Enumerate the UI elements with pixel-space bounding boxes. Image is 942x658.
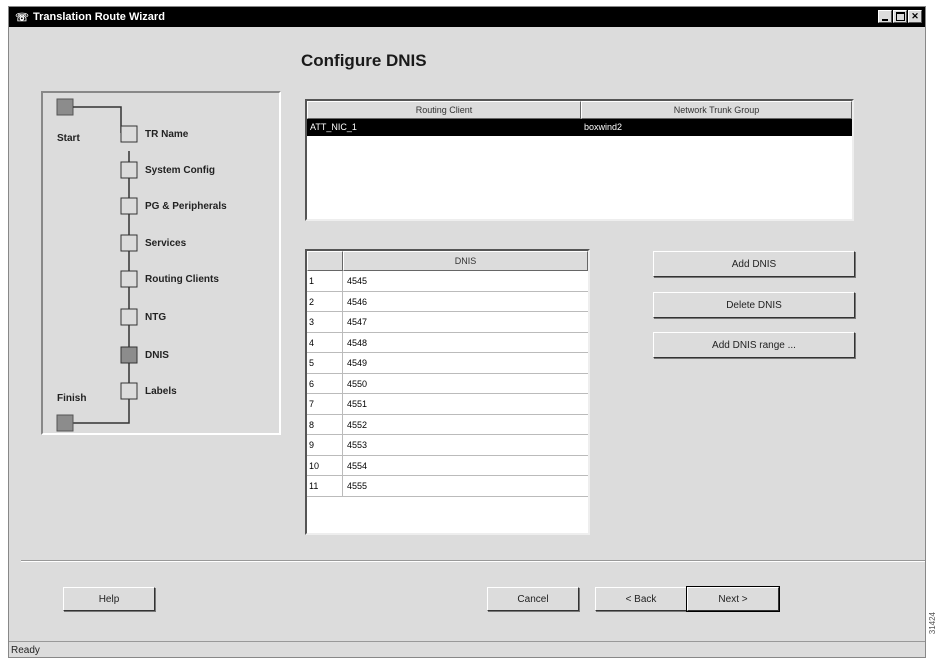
dnis-row-index: 1 xyxy=(307,271,343,291)
dnis-row-value: 4554 xyxy=(347,460,368,471)
table-row[interactable]: 7 4551 xyxy=(307,394,588,415)
column-header-dnis[interactable]: DNIS xyxy=(343,251,588,271)
step-box-services xyxy=(120,234,138,252)
step-label-labels: Labels xyxy=(145,386,177,397)
finish-marker-icon xyxy=(56,414,74,432)
step-box-dnis xyxy=(120,346,138,364)
maximize-icon xyxy=(894,11,906,22)
dnis-row-index: 7 xyxy=(307,394,343,414)
dnis-row-index: 2 xyxy=(307,291,343,311)
table-row[interactable]: 1 4545 xyxy=(307,271,588,292)
column-header-network-trunk-group[interactable]: Network Trunk Group xyxy=(581,101,852,119)
close-button[interactable]: ✕ xyxy=(908,10,922,23)
next-button[interactable]: Next > xyxy=(686,586,780,612)
add-dnis-range-button[interactable]: Add DNIS range ... xyxy=(653,332,855,358)
step-box-labels xyxy=(120,382,138,400)
finish-label: Finish xyxy=(57,393,87,404)
step-label-system-config: System Config xyxy=(145,165,216,176)
page-title: Configure DNIS xyxy=(301,51,427,70)
step-box-system-config xyxy=(120,161,138,179)
status-bar: Ready xyxy=(9,641,925,658)
dnis-row-value: 4545 xyxy=(347,276,368,286)
dnis-rows: 1 4545 2 4546 3 4547 4 4548 5 4549 6 4550 7 4551 8 4552… xyxy=(307,271,588,497)
cancel-button[interactable]: Cancel xyxy=(487,587,579,611)
start-connector xyxy=(73,106,122,133)
dnis-row-index: 11 xyxy=(307,476,343,496)
dnis-row-index: 4 xyxy=(307,332,343,352)
step-box-ntg xyxy=(120,308,138,326)
table-row[interactable]: 9 4553 xyxy=(307,435,588,456)
step-box-tr-name xyxy=(120,125,138,143)
dnis-row-value: 4548 xyxy=(347,337,368,348)
cell-routing-client: ATT_NIC_1 xyxy=(310,122,357,132)
dnis-row-value: 4555 xyxy=(347,481,368,491)
dnis-row-index: 6 xyxy=(307,373,343,393)
table-row[interactable]: 4 4548 xyxy=(307,332,588,353)
cell-network-trunk-group: boxwind2 xyxy=(584,122,623,132)
step-box-routing-clients xyxy=(120,270,138,288)
dnis-row-value: 4552 xyxy=(347,419,368,430)
step-label-pg-peripherals: PG & Peripherals xyxy=(145,201,227,212)
dnis-row-index: 5 xyxy=(307,353,343,373)
minimize-icon xyxy=(879,11,891,22)
dnis-row-value: 4553 xyxy=(347,440,368,450)
dnis-table-header: DNIS xyxy=(307,251,588,271)
figure-reference: 31424 xyxy=(928,612,937,635)
start-marker-icon xyxy=(56,98,74,116)
dnis-row-index: 10 xyxy=(307,455,343,475)
finish-connector xyxy=(73,413,130,424)
step-connector-diagram xyxy=(56,98,138,432)
status-text: Ready xyxy=(11,644,40,656)
step-label-dnis: DNIS xyxy=(145,350,169,361)
title-bar[interactable]: ☏ Translation Route Wizard ✕ xyxy=(9,7,925,27)
step-label-tr-name: TR Name xyxy=(145,129,189,140)
dnis-row-value: 4549 xyxy=(347,358,368,368)
add-dnis-button[interactable]: Add DNIS xyxy=(653,251,855,277)
start-label: Start xyxy=(57,133,80,144)
dnis-row-value: 4547 xyxy=(347,317,368,327)
separator xyxy=(21,560,925,562)
step-label-routing-clients: Routing Clients xyxy=(145,274,219,285)
phone-icon: ☏ xyxy=(15,11,29,24)
minimize-button[interactable] xyxy=(878,10,892,23)
step-box-pg-peripherals xyxy=(120,197,138,215)
dnis-row-index: 3 xyxy=(307,312,343,332)
maximize-button[interactable] xyxy=(893,10,907,23)
table-row[interactable]: ATT_NIC_1 boxwind2 xyxy=(307,119,852,136)
table-row[interactable]: 11 4555 xyxy=(307,476,588,497)
help-button[interactable]: Help xyxy=(63,587,155,611)
delete-dnis-button[interactable]: Delete DNIS xyxy=(653,292,855,318)
close-icon: ✕ xyxy=(911,11,919,21)
routing-table-header: Routing Client Network Trunk Group xyxy=(307,101,852,119)
column-header-index[interactable] xyxy=(307,251,343,271)
table-row[interactable]: 6 4550 xyxy=(307,373,588,394)
window-title: Translation Route Wizard xyxy=(33,11,165,23)
dnis-row-value: 4546 xyxy=(347,296,368,307)
table-row[interactable]: 5 4549 xyxy=(307,353,588,374)
dnis-row-index: 9 xyxy=(307,435,343,455)
dnis-row-value: 4551 xyxy=(347,399,368,409)
back-button[interactable]: < Back xyxy=(595,587,687,611)
dnis-row-value: 4550 xyxy=(347,378,368,389)
table-row[interactable]: 10 4554 xyxy=(307,455,588,476)
step-label-services: Services xyxy=(145,238,187,249)
dnis-table[interactable]: DNIS 1 4545 2 4546 3 4547 4 4548 5 4549 6 4550 7 4551… xyxy=(305,249,590,535)
step-label-ntg: NTG xyxy=(145,312,167,323)
dnis-row-index: 8 xyxy=(307,414,343,434)
table-row[interactable]: 3 4547 xyxy=(307,312,588,333)
table-row[interactable]: 8 4552 xyxy=(307,414,588,435)
table-row[interactable]: 2 4546 xyxy=(307,291,588,312)
routing-client-table[interactable]: Routing Client Network Trunk Group ATT_N… xyxy=(305,99,854,221)
column-header-routing-client[interactable]: Routing Client xyxy=(307,101,581,119)
wizard-steps-panel: Start Finish TR Name System Config PG & … xyxy=(41,91,281,435)
wizard-window: ☏ Translation Route Wizard ✕ Configure D… xyxy=(8,6,926,658)
